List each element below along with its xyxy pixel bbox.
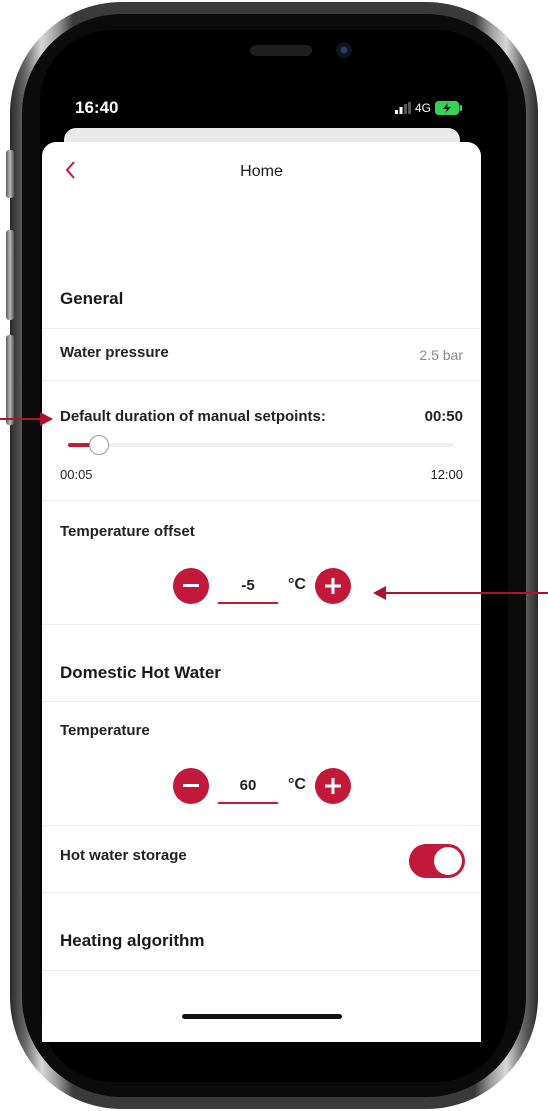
minus-icon — [183, 784, 199, 787]
divider — [42, 970, 481, 971]
divider — [42, 892, 481, 893]
dhw-increase-button[interactable] — [315, 768, 351, 804]
minus-icon — [183, 584, 199, 587]
divider — [42, 825, 481, 826]
offset-decrease-button[interactable] — [173, 568, 209, 604]
manual-setpoint-label: Default duration of manual setpoints: — [60, 408, 326, 425]
status-time: 16:40 — [75, 98, 119, 117]
hot-water-storage-toggle[interactable] — [409, 844, 465, 878]
divider — [42, 701, 481, 702]
slider-track — [68, 443, 453, 447]
slider-fill — [68, 443, 92, 447]
volume-up-button — [6, 230, 14, 320]
annotation-arrow-slider — [0, 410, 55, 428]
toggle-knob — [434, 847, 462, 875]
speaker-grille — [250, 45, 312, 56]
home-indicator — [182, 1014, 342, 1019]
battery-charging-icon — [435, 101, 463, 115]
front-camera — [336, 42, 352, 58]
manual-setpoint-value: 00:50 — [424, 408, 463, 425]
divider — [42, 624, 481, 625]
signal-icon — [395, 102, 411, 114]
plus-icon — [325, 578, 341, 594]
slider-max-label: 12:00 — [430, 467, 463, 482]
notch — [200, 30, 430, 78]
manual-setpoint-slider[interactable] — [68, 435, 453, 455]
divider — [42, 500, 481, 501]
offset-increase-button[interactable] — [315, 568, 351, 604]
dhw-temperature-label: Temperature — [60, 722, 150, 739]
mute-switch — [6, 150, 14, 198]
status-icons: 4G — [395, 101, 463, 115]
offset-unit: °C — [288, 576, 306, 593]
dhw-temperature-field[interactable]: 60 — [218, 768, 278, 804]
water-pressure-label: Water pressure — [60, 344, 169, 361]
section-title-heating: Heating algorithm — [60, 931, 205, 950]
plus-icon — [325, 778, 341, 794]
network-type: 4G — [415, 101, 432, 115]
temperature-offset-label: Temperature offset — [60, 523, 195, 540]
annotation-arrow-offset — [372, 584, 548, 602]
arrow-shaft — [0, 418, 44, 420]
dhw-temperature-unit: °C — [288, 776, 306, 793]
divider — [42, 380, 481, 381]
section-title-general: General — [60, 289, 124, 308]
section-title-dhw: Domestic Hot Water — [60, 663, 221, 682]
slider-min-label: 00:05 — [60, 467, 93, 482]
offset-value-field[interactable]: -5 — [218, 568, 278, 604]
dhw-decrease-button[interactable] — [173, 768, 209, 804]
water-pressure-value: 2.5 bar — [419, 347, 463, 363]
divider — [42, 328, 481, 329]
slider-thumb[interactable] — [89, 435, 110, 455]
page-title: Home — [240, 163, 283, 180]
hot-water-storage-label: Hot water storage — [60, 847, 187, 864]
arrow-head-icon — [40, 412, 53, 426]
arrow-shaft — [384, 592, 548, 594]
